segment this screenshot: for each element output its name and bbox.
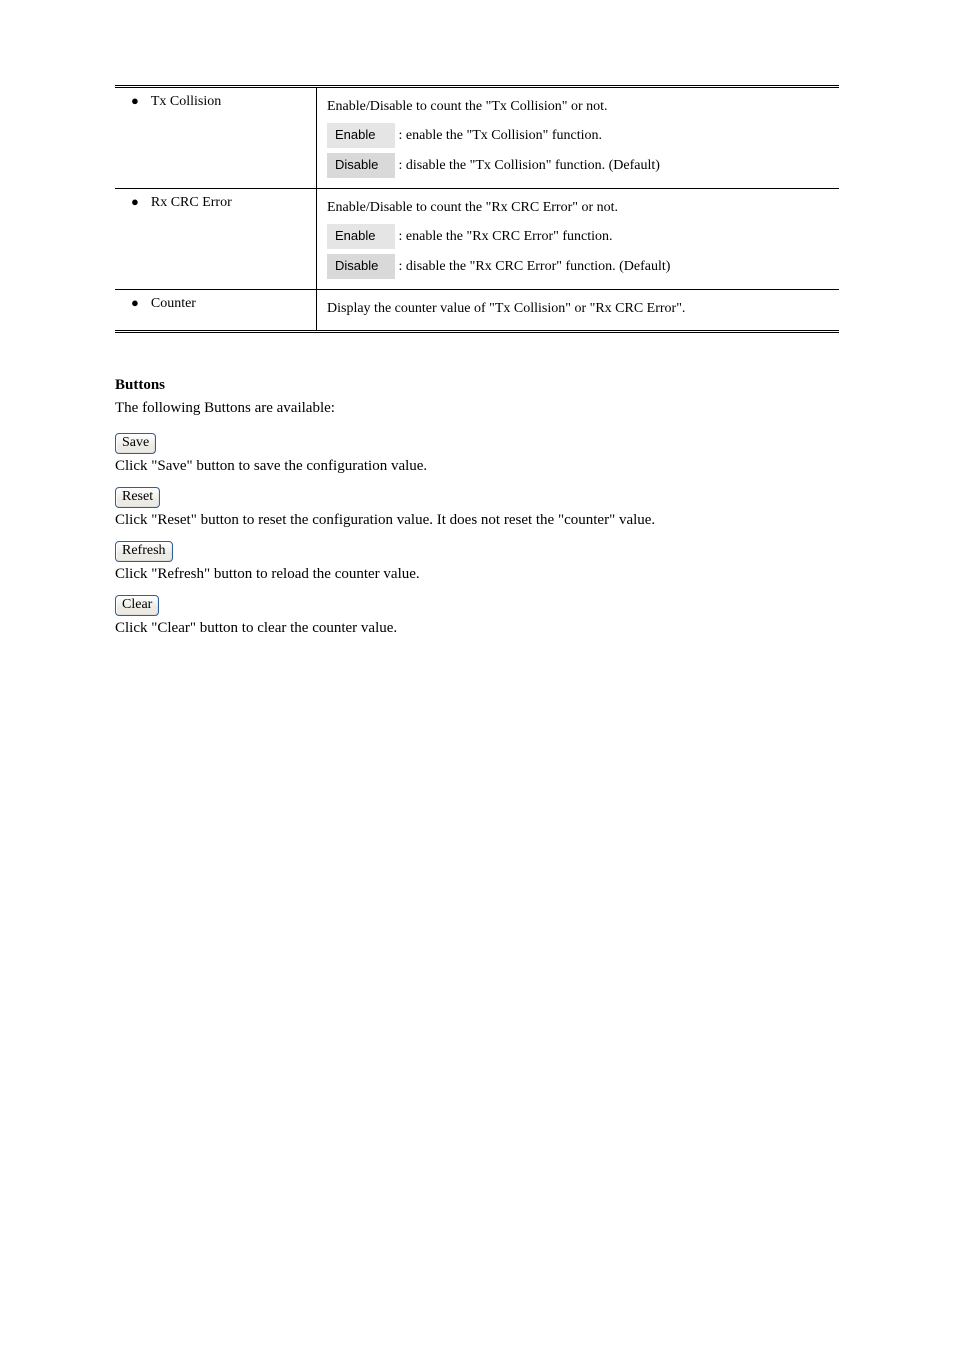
option-enable-desc: : enable the "Rx CRC Error" function.: [399, 229, 613, 244]
param-label: Counter: [151, 296, 196, 312]
clear-button[interactable]: Clear: [115, 595, 159, 616]
option-disable-desc: : disable the "Rx CRC Error" function. (…: [399, 259, 671, 274]
button-desc: Click "Reset" button to reset the config…: [115, 512, 839, 529]
option-enable: Enable: [327, 123, 395, 148]
table-row: ● Rx CRC Error Enable/Disable to count t…: [115, 188, 839, 289]
option-disable: Disable: [327, 153, 395, 178]
option-line: Disable : disable the "Rx CRC Error" fun…: [327, 251, 829, 279]
bullet-icon: ●: [131, 195, 139, 208]
button-desc: Click "Save" button to save the configur…: [115, 458, 839, 475]
button-label: Refresh: [122, 543, 166, 558]
button-label: Reset: [122, 489, 153, 504]
param-desc: Display the counter value of "Tx Collisi…: [327, 298, 829, 320]
table-row: ● Tx Collision Enable/Disable to count t…: [115, 87, 839, 189]
bullet-icon: ●: [131, 296, 139, 309]
button-desc: Click "Refresh" button to reload the cou…: [115, 566, 839, 583]
option-disable-desc: : disable the "Tx Collision" function. (…: [399, 158, 660, 173]
option-enable-desc: : enable the "Tx Collision" function.: [399, 128, 603, 143]
param-desc: Enable/Disable to count the "Rx CRC Erro…: [327, 197, 829, 219]
option-line: Enable : enable the "Tx Collision" funct…: [327, 120, 829, 148]
button-desc: Click "Clear" button to clear the counte…: [115, 620, 839, 637]
buttons-heading: Buttons: [115, 377, 839, 394]
param-label: Tx Collision: [151, 94, 221, 110]
param-label: Rx CRC Error: [151, 195, 232, 211]
table-row: ● Counter Display the counter value of "…: [115, 289, 839, 331]
buttons-desc: The following Buttons are available:: [115, 400, 839, 417]
parameters-table: ● Tx Collision Enable/Disable to count t…: [115, 85, 839, 333]
page: ● Tx Collision Enable/Disable to count t…: [0, 0, 954, 1350]
button-label: Save: [122, 435, 149, 450]
bullet-icon: ●: [131, 94, 139, 107]
button-label: Clear: [122, 597, 152, 612]
option-line: Enable : enable the "Rx CRC Error" funct…: [327, 221, 829, 249]
refresh-button[interactable]: Refresh: [115, 541, 173, 562]
reset-button[interactable]: Reset: [115, 487, 160, 508]
param-desc: Enable/Disable to count the "Tx Collisio…: [327, 96, 829, 118]
option-line: Disable : disable the "Tx Collision" fun…: [327, 150, 829, 178]
option-disable: Disable: [327, 254, 395, 279]
save-button[interactable]: Save: [115, 433, 156, 454]
option-enable: Enable: [327, 224, 395, 249]
